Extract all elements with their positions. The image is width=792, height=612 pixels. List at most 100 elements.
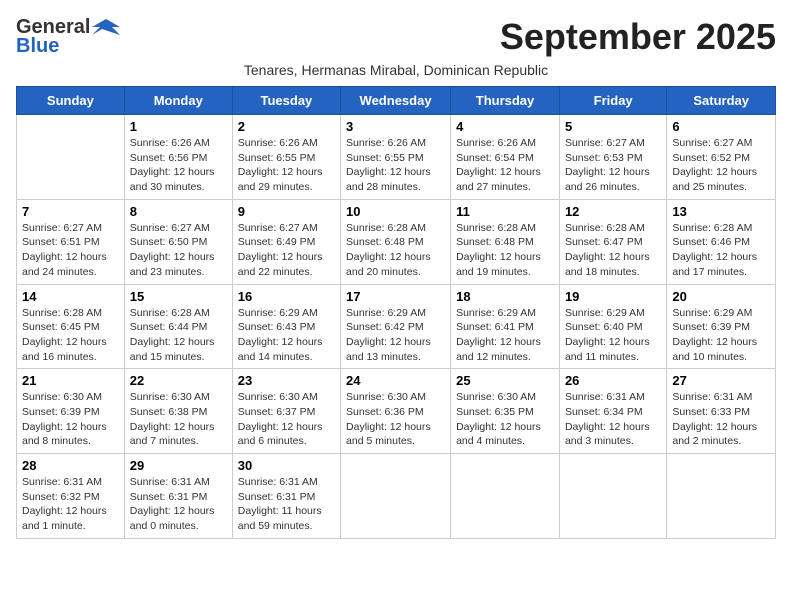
- calendar-cell-w3-d2: 15 Sunrise: 6:28 AM Sunset: 6:44 PM Dayli…: [124, 284, 232, 369]
- calendar-cell-w5-d2: 29Sunrise: 6:31 AM Sunset: 6:31 PM Dayli…: [124, 454, 232, 539]
- day-number: 5: [565, 119, 661, 134]
- day-number: 15: [130, 289, 227, 304]
- day-number: 2: [238, 119, 335, 134]
- day-number: 30: [238, 458, 335, 473]
- day-detail: Sunrise: 6:31 AM Sunset: 6:31 PM Dayligh…: [238, 475, 335, 534]
- day-detail: Sunrise: 6:28 AM Sunset: 6:48 PM Dayligh…: [456, 221, 554, 280]
- day-number: 25: [456, 373, 554, 388]
- day-detail: Sunrise: 6:26 AM Sunset: 6:55 PM Dayligh…: [238, 136, 335, 195]
- logo-blue-text: Blue: [16, 35, 59, 58]
- day-detail: Sunrise: 6:30 AM Sunset: 6:35 PM Dayligh…: [456, 390, 554, 449]
- calendar-cell-w1-d6: 5 Sunrise: 6:27 AM Sunset: 6:53 PM Daylig…: [559, 115, 666, 200]
- day-number: 6: [672, 119, 770, 134]
- calendar-cell-w5-d6: [559, 454, 666, 539]
- calendar-cell-w3-d6: 19Sunrise: 6:29 AM Sunset: 6:40 PM Dayli…: [559, 284, 666, 369]
- day-detail: Sunrise: 6:26 AM Sunset: 6:55 PM Dayligh…: [346, 136, 445, 195]
- day-detail: Sunrise: 6:31 AM Sunset: 6:31 PM Dayligh…: [130, 475, 227, 534]
- logo-bird-icon: [92, 17, 120, 39]
- day-detail: Sunrise: 6:29 AM Sunset: 6:40 PM Dayligh…: [565, 306, 661, 365]
- day-number: 13: [672, 204, 770, 219]
- calendar-cell-w5-d7: [667, 454, 776, 539]
- day-detail: Sunrise: 6:27 AM Sunset: 6:50 PM Dayligh…: [130, 221, 227, 280]
- calendar-cell-w4-d7: 27 Sunrise: 6:31 AM Sunset: 6:33 PM Dayli…: [667, 369, 776, 454]
- header-sunday: Sunday: [17, 87, 125, 115]
- day-detail: Sunrise: 6:31 AM Sunset: 6:32 PM Dayligh…: [22, 475, 119, 534]
- day-number: 17: [346, 289, 445, 304]
- calendar-cell-w4-d4: 24Sunrise: 6:30 AM Sunset: 6:36 PM Dayli…: [341, 369, 451, 454]
- day-detail: Sunrise: 6:29 AM Sunset: 6:43 PM Dayligh…: [238, 306, 335, 365]
- day-detail: Sunrise: 6:27 AM Sunset: 6:49 PM Dayligh…: [238, 221, 335, 280]
- calendar-cell-w3-d5: 18Sunrise: 6:29 AM Sunset: 6:41 PM Dayli…: [451, 284, 560, 369]
- day-number: 9: [238, 204, 335, 219]
- day-number: 24: [346, 373, 445, 388]
- header-wednesday: Wednesday: [341, 87, 451, 115]
- day-detail: Sunrise: 6:26 AM Sunset: 6:54 PM Dayligh…: [456, 136, 554, 195]
- calendar-cell-w4-d6: 26 Sunrise: 6:31 AM Sunset: 6:34 PM Dayli…: [559, 369, 666, 454]
- day-detail: Sunrise: 6:29 AM Sunset: 6:39 PM Dayligh…: [672, 306, 770, 365]
- page-header: General Blue September 2025: [16, 16, 776, 58]
- calendar-cell-w3-d3: 16 Sunrise: 6:29 AM Sunset: 6:43 PM Dayli…: [232, 284, 340, 369]
- day-detail: Sunrise: 6:28 AM Sunset: 6:46 PM Dayligh…: [672, 221, 770, 280]
- day-detail: Sunrise: 6:28 AM Sunset: 6:45 PM Dayligh…: [22, 306, 119, 365]
- header-saturday: Saturday: [667, 87, 776, 115]
- calendar-cell-w5-d5: [451, 454, 560, 539]
- calendar-cell-w2-d4: 10 Sunrise: 6:28 AM Sunset: 6:48 PM Dayli…: [341, 199, 451, 284]
- day-number: 27: [672, 373, 770, 388]
- calendar-cell-w5-d4: [341, 454, 451, 539]
- calendar-cell-w3-d1: 14 Sunrise: 6:28 AM Sunset: 6:45 PM Dayli…: [17, 284, 125, 369]
- day-detail: Sunrise: 6:28 AM Sunset: 6:47 PM Dayligh…: [565, 221, 661, 280]
- day-number: 8: [130, 204, 227, 219]
- day-detail: Sunrise: 6:28 AM Sunset: 6:48 PM Dayligh…: [346, 221, 445, 280]
- day-number: 14: [22, 289, 119, 304]
- day-detail: Sunrise: 6:31 AM Sunset: 6:33 PM Dayligh…: [672, 390, 770, 449]
- calendar-cell-w1-d7: 6 Sunrise: 6:27 AM Sunset: 6:52 PM Daylig…: [667, 115, 776, 200]
- calendar-cell-w3-d7: 20 Sunrise: 6:29 AM Sunset: 6:39 PM Dayli…: [667, 284, 776, 369]
- week-row-4: 21 Sunrise: 6:30 AM Sunset: 6:39 PM Dayli…: [17, 369, 776, 454]
- day-detail: Sunrise: 6:27 AM Sunset: 6:52 PM Dayligh…: [672, 136, 770, 195]
- logo: General Blue: [16, 16, 120, 58]
- header-thursday: Thursday: [451, 87, 560, 115]
- calendar-cell-w2-d1: 7 Sunrise: 6:27 AM Sunset: 6:51 PM Daylig…: [17, 199, 125, 284]
- day-detail: Sunrise: 6:31 AM Sunset: 6:34 PM Dayligh…: [565, 390, 661, 449]
- day-number: 7: [22, 204, 119, 219]
- calendar-cell-w1-d1: [17, 115, 125, 200]
- calendar-cell-w3-d4: 17Sunrise: 6:29 AM Sunset: 6:42 PM Dayli…: [341, 284, 451, 369]
- day-number: 12: [565, 204, 661, 219]
- calendar-table: Sunday Monday Tuesday Wednesday Thursday…: [16, 86, 776, 539]
- day-number: 20: [672, 289, 770, 304]
- day-number: 26: [565, 373, 661, 388]
- calendar-cell-w1-d5: 4Sunrise: 6:26 AM Sunset: 6:54 PM Daylig…: [451, 115, 560, 200]
- day-number: 10: [346, 204, 445, 219]
- day-number: 28: [22, 458, 119, 473]
- day-number: 16: [238, 289, 335, 304]
- month-title: September 2025: [500, 16, 776, 58]
- calendar-cell-w5-d1: 28 Sunrise: 6:31 AM Sunset: 6:32 PM Dayli…: [17, 454, 125, 539]
- calendar-cell-w2-d2: 8 Sunrise: 6:27 AM Sunset: 6:50 PM Daylig…: [124, 199, 232, 284]
- calendar-cell-w2-d7: 13 Sunrise: 6:28 AM Sunset: 6:46 PM Dayli…: [667, 199, 776, 284]
- calendar-cell-w4-d1: 21 Sunrise: 6:30 AM Sunset: 6:39 PM Dayli…: [17, 369, 125, 454]
- calendar-cell-w1-d4: 3 Sunrise: 6:26 AM Sunset: 6:55 PM Daylig…: [341, 115, 451, 200]
- day-number: 18: [456, 289, 554, 304]
- day-detail: Sunrise: 6:30 AM Sunset: 6:39 PM Dayligh…: [22, 390, 119, 449]
- day-detail: Sunrise: 6:27 AM Sunset: 6:51 PM Dayligh…: [22, 221, 119, 280]
- weekday-header-row: Sunday Monday Tuesday Wednesday Thursday…: [17, 87, 776, 115]
- week-row-5: 28 Sunrise: 6:31 AM Sunset: 6:32 PM Dayli…: [17, 454, 776, 539]
- week-row-2: 7 Sunrise: 6:27 AM Sunset: 6:51 PM Daylig…: [17, 199, 776, 284]
- day-detail: Sunrise: 6:28 AM Sunset: 6:44 PM Dayligh…: [130, 306, 227, 365]
- day-detail: Sunrise: 6:27 AM Sunset: 6:53 PM Dayligh…: [565, 136, 661, 195]
- day-number: 22: [130, 373, 227, 388]
- day-number: 3: [346, 119, 445, 134]
- day-detail: Sunrise: 6:30 AM Sunset: 6:37 PM Dayligh…: [238, 390, 335, 449]
- day-detail: Sunrise: 6:26 AM Sunset: 6:56 PM Dayligh…: [130, 136, 227, 195]
- calendar-cell-w2-d6: 12 Sunrise: 6:28 AM Sunset: 6:47 PM Dayli…: [559, 199, 666, 284]
- calendar-cell-w1-d3: 2 Sunrise: 6:26 AM Sunset: 6:55 PM Daylig…: [232, 115, 340, 200]
- header-tuesday: Tuesday: [232, 87, 340, 115]
- day-number: 11: [456, 204, 554, 219]
- day-number: 21: [22, 373, 119, 388]
- week-row-1: 1Sunrise: 6:26 AM Sunset: 6:56 PM Daylig…: [17, 115, 776, 200]
- calendar-cell-w2-d5: 11 Sunrise: 6:28 AM Sunset: 6:48 PM Dayli…: [451, 199, 560, 284]
- calendar-cell-w5-d3: 30 Sunrise: 6:31 AM Sunset: 6:31 PM Dayli…: [232, 454, 340, 539]
- header-friday: Friday: [559, 87, 666, 115]
- calendar-cell-w4-d5: 25 Sunrise: 6:30 AM Sunset: 6:35 PM Dayli…: [451, 369, 560, 454]
- calendar-cell-w1-d2: 1Sunrise: 6:26 AM Sunset: 6:56 PM Daylig…: [124, 115, 232, 200]
